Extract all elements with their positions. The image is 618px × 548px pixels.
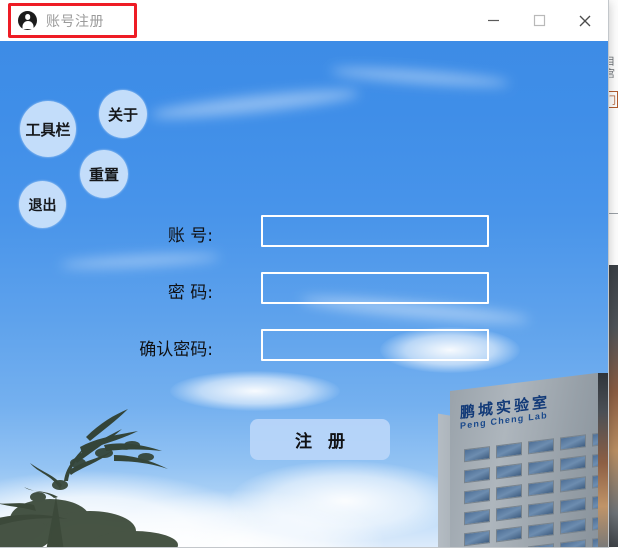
cloud-wisp (149, 85, 361, 123)
cloud-wisp (329, 64, 511, 90)
maximize-button[interactable] (516, 0, 562, 41)
minimize-button[interactable] (470, 0, 516, 41)
close-button[interactable] (562, 0, 608, 41)
window-title: 账号注册 (46, 13, 104, 30)
toolbar-button[interactable]: 工具栏 (20, 101, 76, 157)
window-title-group: 账号注册 (18, 0, 104, 41)
tree-silhouette (0, 409, 178, 547)
confirm-password-label: 确认密码: (139, 340, 213, 360)
user-account-icon (18, 11, 37, 30)
account-registration-window: 账号注册 鹏城实验室 Peng Cheng Lab 工具栏 关于 重置 退出 账… (0, 0, 609, 548)
confirm-password-input[interactable] (261, 329, 489, 361)
toolbar-button-label: 工具栏 (25, 120, 71, 139)
password-label: 密 码: (167, 283, 213, 303)
exit-button-label: 退出 (28, 197, 57, 214)
exit-button[interactable]: 退出 (19, 181, 66, 228)
building-photo: 鹏城实验室 Peng Cheng Lab (438, 373, 608, 547)
building-right-edge (598, 373, 608, 547)
window-titlebar[interactable]: 账号注册 (0, 0, 608, 41)
about-button-label: 关于 (107, 105, 138, 124)
window-controls (470, 0, 608, 41)
password-input[interactable] (261, 272, 489, 304)
cloud-wisp (59, 251, 221, 271)
about-button[interactable]: 关于 (99, 90, 147, 138)
reset-button-label: 重置 (88, 165, 119, 184)
account-input[interactable] (261, 215, 489, 247)
window-content-area: 鹏城实验室 Peng Cheng Lab 工具栏 关于 重置 退出 账 号: 密… (0, 41, 608, 547)
reset-button[interactable]: 重置 (80, 150, 128, 198)
register-button[interactable]: 注 册 (250, 419, 390, 460)
account-label: 账 号: (167, 226, 213, 246)
